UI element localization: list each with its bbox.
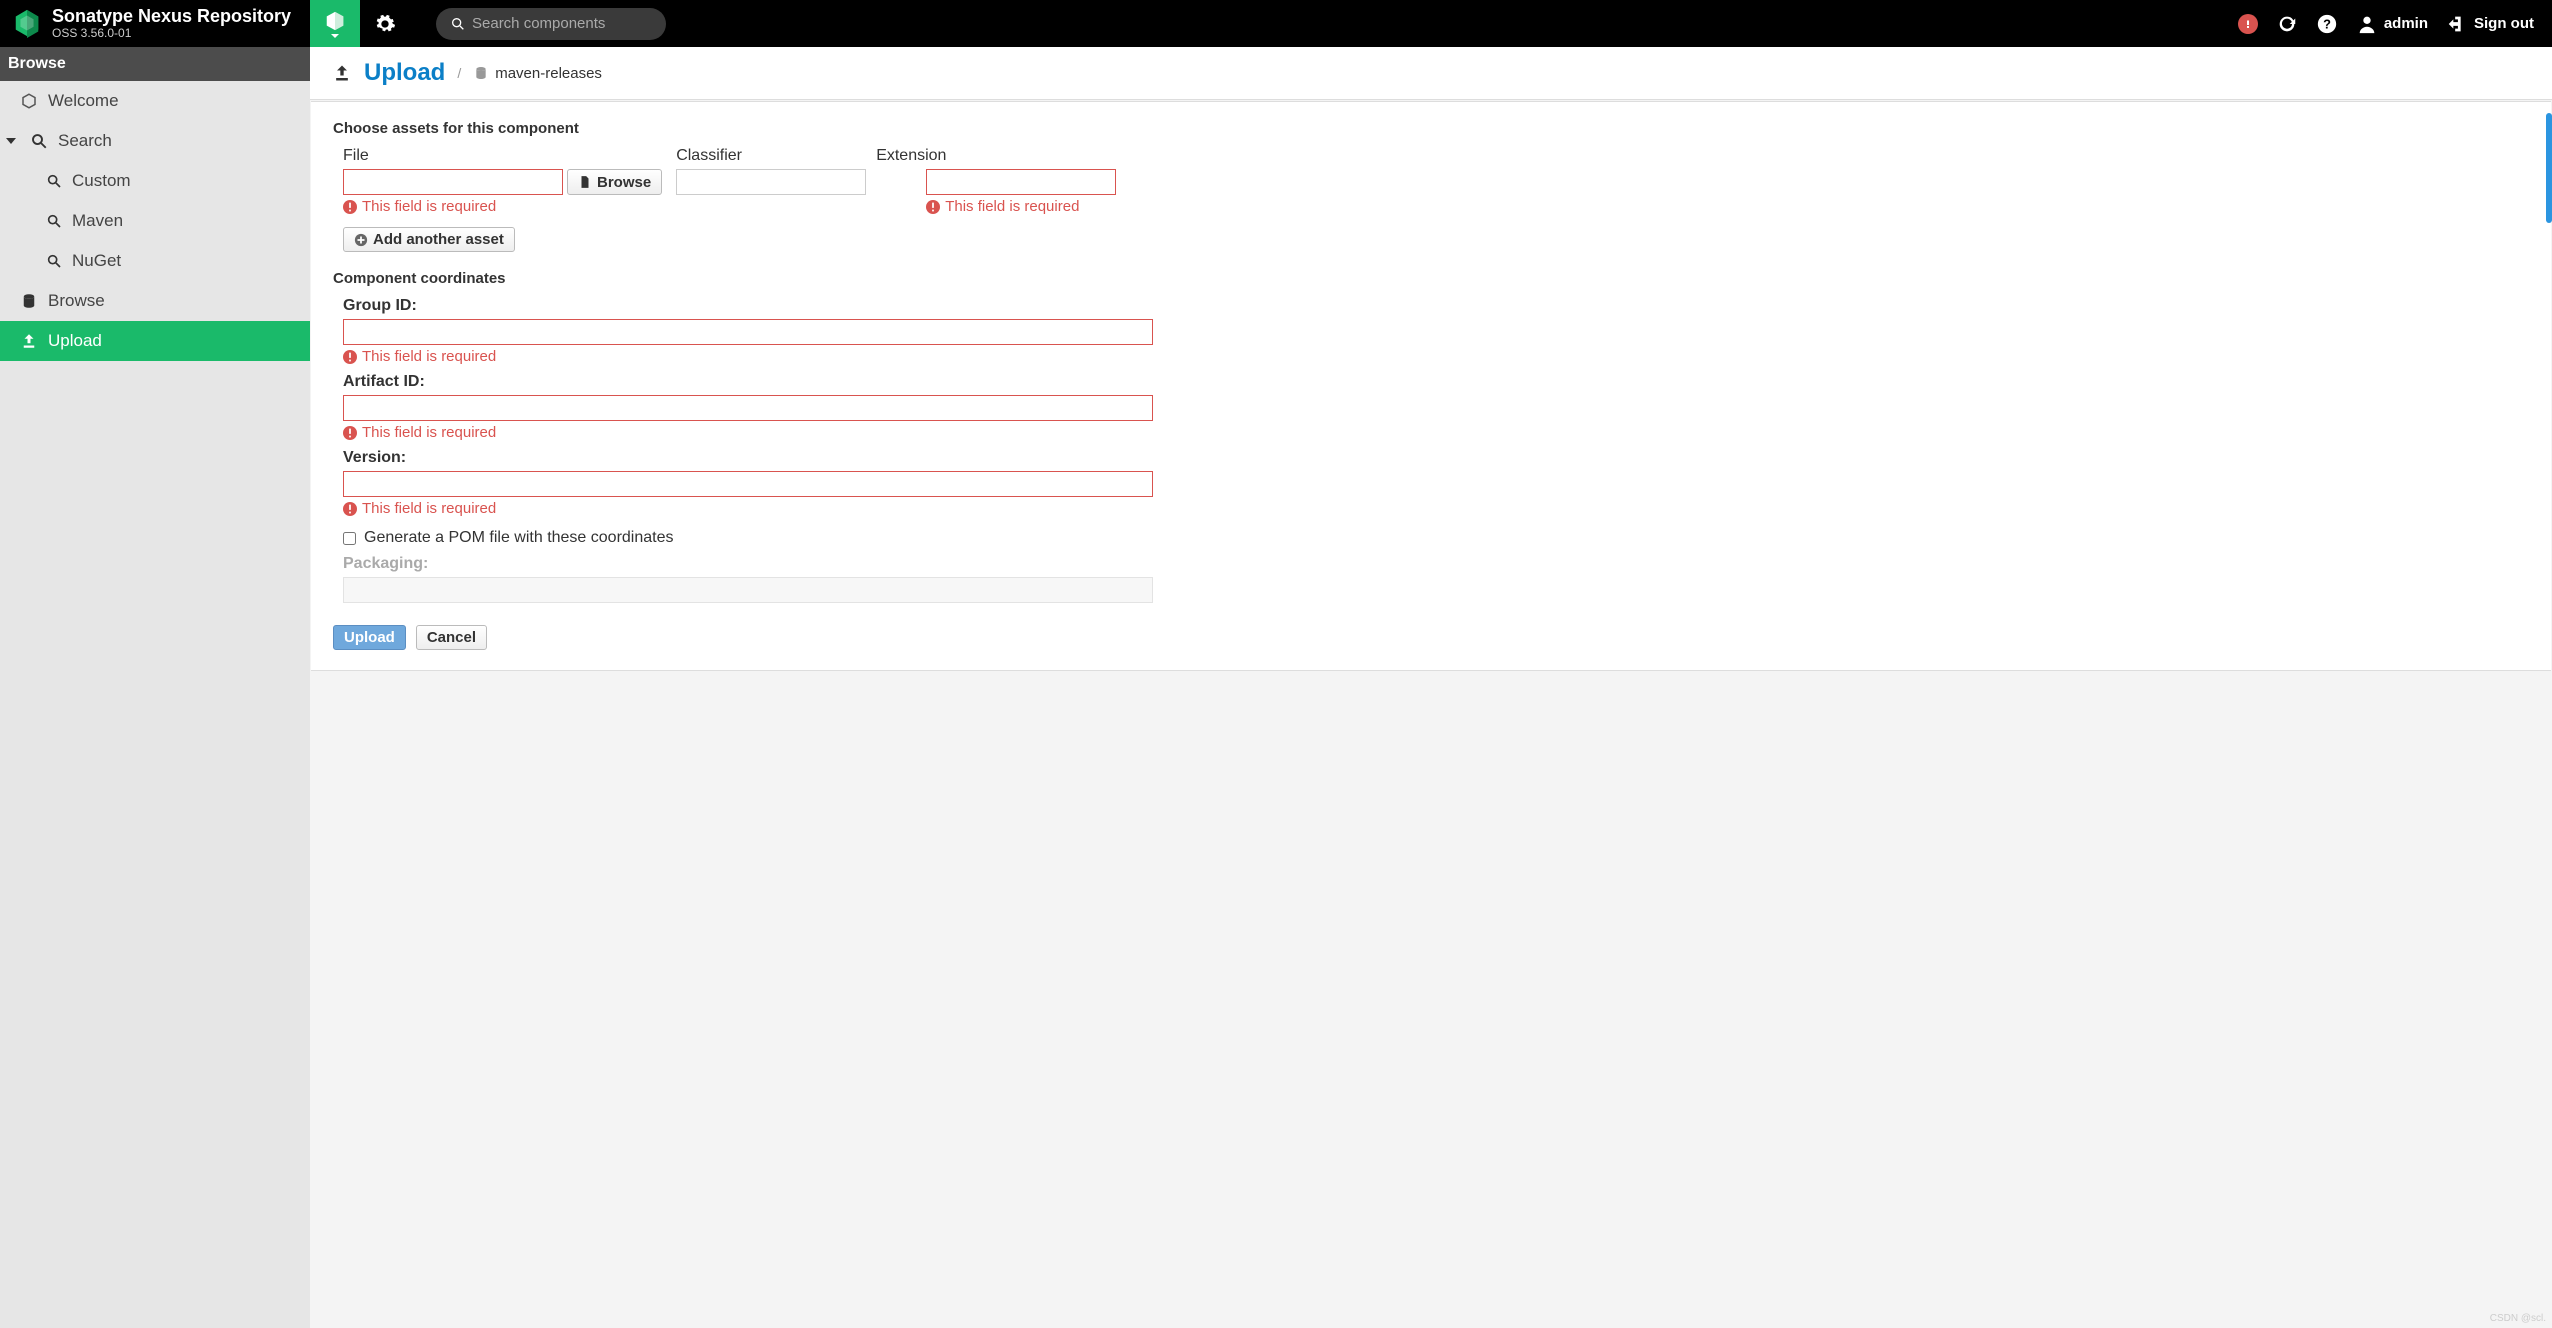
extension-label: Extension — [876, 147, 916, 165]
assets-title: Choose assets for this component — [333, 120, 2529, 137]
classifier-label: Classifier — [676, 147, 866, 165]
brand: Sonatype Nexus Repository OSS 3.56.0-01 — [0, 7, 310, 40]
sidebar-item-label: Maven — [72, 211, 123, 231]
generate-pom-label: Generate a POM file with these coordinat… — [364, 529, 674, 547]
version-label: Version: — [343, 449, 1153, 467]
breadcrumb-sep: / — [457, 65, 461, 81]
sidebar-item-maven[interactable]: Maven — [0, 201, 310, 241]
signout-label: Sign out — [2474, 15, 2534, 32]
sidebar-item-nuget[interactable]: NuGet — [0, 241, 310, 281]
sidebar-header: Browse — [0, 47, 310, 81]
svg-text:?: ? — [2323, 16, 2331, 31]
repo-name: maven-releases — [495, 65, 602, 82]
user-icon — [2356, 13, 2378, 35]
packaging-input — [343, 577, 1153, 603]
search-icon — [450, 16, 466, 32]
help-icon[interactable]: ? — [2316, 13, 2338, 35]
search-wrap — [436, 8, 666, 40]
browse-button[interactable]: Browse — [567, 169, 662, 195]
coord-title: Component coordinates — [333, 270, 2529, 287]
magnify-icon — [30, 132, 48, 150]
packaging-label: Packaging: — [343, 555, 1153, 573]
watermark: CSDN @scl. — [2490, 1313, 2546, 1324]
cube-icon — [324, 10, 346, 32]
top-actions: ? admin Sign out — [2238, 13, 2552, 35]
magnify-icon — [46, 173, 62, 189]
sidebar-item-label: Search — [58, 131, 112, 151]
upload-button[interactable]: Upload — [333, 625, 406, 650]
main: Upload / maven-releases Choose assets fo… — [310, 47, 2552, 1328]
file-error: This field is required — [343, 198, 662, 215]
upload-icon — [332, 63, 352, 83]
brand-sub: OSS 3.56.0-01 — [52, 27, 291, 40]
error-icon — [343, 200, 357, 214]
sidebar-item-label: Browse — [48, 291, 105, 311]
search-input[interactable] — [472, 15, 652, 32]
classifier-input[interactable] — [676, 169, 866, 195]
sidebar-item-label: Upload — [48, 331, 102, 351]
asset-row: File Browse This field is required — [333, 147, 2529, 215]
database-icon — [473, 65, 489, 81]
file-label: File — [343, 147, 662, 165]
extension-error: This field is required — [926, 198, 1116, 215]
extension-input[interactable] — [926, 169, 1116, 195]
gear-icon — [374, 13, 396, 35]
add-asset-label: Add another asset — [373, 231, 504, 248]
mode-browse-button[interactable] — [310, 0, 360, 47]
chevron-down-icon — [6, 138, 16, 144]
error-icon — [343, 502, 357, 516]
chevron-down-icon — [331, 34, 339, 38]
plus-circle-icon — [354, 233, 368, 247]
scrollbar-indicator[interactable] — [2546, 113, 2552, 223]
sidebar-item-upload[interactable]: Upload — [0, 321, 310, 361]
browse-label: Browse — [597, 174, 651, 191]
sidebar-item-custom[interactable]: Custom — [0, 161, 310, 201]
sidebar-item-browse[interactable]: Browse — [0, 281, 310, 321]
groupid-label: Group ID: — [343, 297, 1153, 315]
artifactid-label: Artifact ID: — [343, 373, 1153, 391]
file-icon — [578, 175, 592, 189]
sidebar: Browse Welcome Search Custom Maven NuGet — [0, 47, 310, 1328]
upload-icon — [20, 332, 38, 350]
database-icon — [20, 292, 38, 310]
file-input[interactable] — [343, 169, 563, 195]
user-menu[interactable]: admin — [2356, 13, 2428, 35]
artifactid-error: This field is required — [343, 424, 1153, 441]
alert-icon[interactable] — [2238, 14, 2258, 34]
sidebar-item-label: NuGet — [72, 251, 121, 271]
breadcrumb-repo: maven-releases — [473, 65, 602, 82]
error-icon — [926, 200, 940, 214]
artifactid-input[interactable] — [343, 395, 1153, 421]
form-panel: Choose assets for this component File Br… — [311, 101, 2551, 671]
version-error: This field is required — [343, 500, 1153, 517]
signout-icon — [2446, 13, 2468, 35]
error-icon — [343, 426, 357, 440]
refresh-icon[interactable] — [2276, 13, 2298, 35]
user-name: admin — [2384, 15, 2428, 32]
search-pill[interactable] — [436, 8, 666, 40]
generate-pom-checkbox[interactable] — [343, 532, 356, 545]
sidebar-item-label: Custom — [72, 171, 131, 191]
nexus-logo-icon — [12, 8, 42, 38]
cancel-button[interactable]: Cancel — [416, 625, 487, 650]
groupid-input[interactable] — [343, 319, 1153, 345]
magnify-icon — [46, 213, 62, 229]
version-input[interactable] — [343, 471, 1153, 497]
sidebar-item-label: Welcome — [48, 91, 119, 111]
add-asset-button[interactable]: Add another asset — [343, 227, 515, 252]
mode-admin-button[interactable] — [360, 0, 410, 47]
sidebar-item-welcome[interactable]: Welcome — [0, 81, 310, 121]
brand-title: Sonatype Nexus Repository — [52, 7, 291, 27]
breadcrumb: Upload / maven-releases — [310, 47, 2552, 100]
hexagon-icon — [20, 92, 38, 110]
sidebar-item-search[interactable]: Search — [0, 121, 310, 161]
error-icon — [343, 350, 357, 364]
topbar: Sonatype Nexus Repository OSS 3.56.0-01 — [0, 0, 2552, 47]
page-title[interactable]: Upload — [364, 59, 445, 87]
magnify-icon — [46, 253, 62, 269]
signout-button[interactable]: Sign out — [2446, 13, 2534, 35]
groupid-error: This field is required — [343, 348, 1153, 365]
